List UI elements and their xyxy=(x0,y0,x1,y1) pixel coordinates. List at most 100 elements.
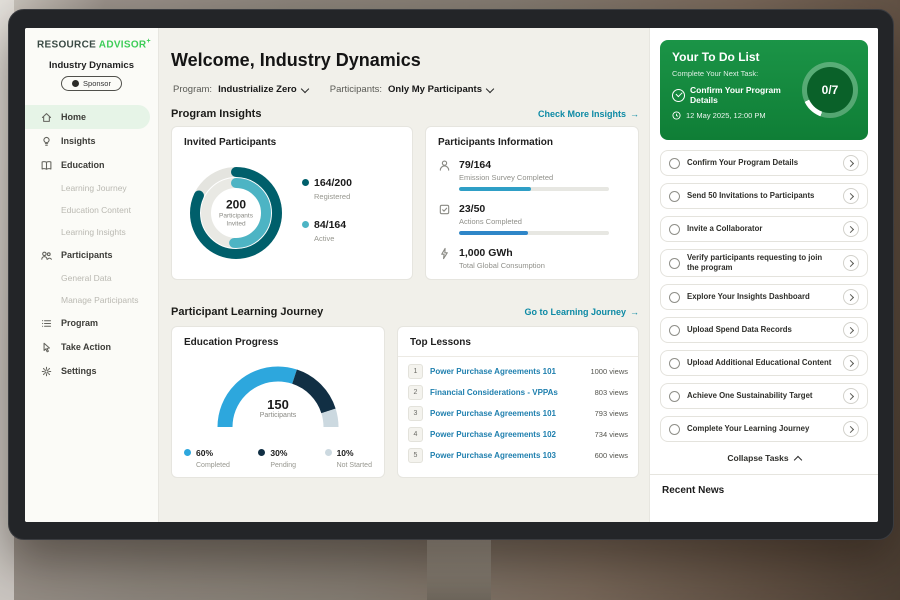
sidebar: RESOURCE ADVISOR+ Industry Dynamics Spon… xyxy=(25,28,159,522)
task-open-button[interactable] xyxy=(843,188,859,204)
lesson-views: 734 views xyxy=(595,430,628,439)
task-checkbox[interactable] xyxy=(669,224,680,235)
info-row-consumption: 1,000 GWh Total Global Consumption xyxy=(438,247,545,270)
task-checkbox[interactable] xyxy=(669,424,680,435)
program-filter-label: Program: xyxy=(173,84,212,95)
task-open-button[interactable] xyxy=(843,388,859,404)
lesson-rank: 1 xyxy=(408,364,423,379)
lesson-views: 600 views xyxy=(595,451,628,460)
legend-item-not-started: 10% Not Started xyxy=(325,443,372,469)
program-list-icon xyxy=(39,316,53,330)
emission-survey-icon xyxy=(438,159,451,191)
lesson-row: 4 Power Purchase Agreements 102 734 view… xyxy=(408,424,628,445)
sidebar-item-program[interactable]: Program xyxy=(25,311,158,335)
lesson-views: 1000 views xyxy=(590,367,628,376)
participants-select[interactable]: Only My Participants xyxy=(388,84,493,95)
top-lessons-card: Top Lessons 1 Power Purchase Agreements … xyxy=(397,326,639,478)
info-row-actions: 23/50 Actions Completed xyxy=(438,203,609,235)
sidebar-item-learning-insights[interactable]: Learning Insights xyxy=(25,221,158,243)
sidebar-item-settings[interactable]: Settings xyxy=(25,359,158,383)
donut-center-label: 200 Participants Invited xyxy=(209,197,263,228)
app-window: RESOURCE ADVISOR+ Industry Dynamics Spon… xyxy=(25,28,878,522)
task-open-button[interactable] xyxy=(843,221,859,237)
card-title: Invited Participants xyxy=(172,127,412,148)
lesson-link[interactable]: Power Purchase Agreements 101 xyxy=(430,409,588,418)
sidebar-item-home[interactable]: Home xyxy=(25,105,150,129)
task-checkbox[interactable] xyxy=(669,292,680,303)
sponsor-icon xyxy=(72,80,79,87)
sidebar-item-participants[interactable]: Participants xyxy=(25,243,158,267)
sidebar-item-insights[interactable]: Insights xyxy=(25,129,158,153)
task-checkbox[interactable] xyxy=(669,391,680,402)
education-icon xyxy=(39,158,53,172)
sidebar-item-general-data[interactable]: General Data xyxy=(25,267,158,289)
card-title: Top Lessons xyxy=(398,327,638,357)
lesson-link[interactable]: Power Purchase Agreements 103 xyxy=(430,451,588,460)
task-open-button[interactable] xyxy=(843,289,859,305)
lesson-row: 3 Power Purchase Agreements 101 793 view… xyxy=(408,403,628,424)
lesson-views: 803 views xyxy=(595,388,628,397)
sidebar-item-education-content[interactable]: Education Content xyxy=(25,199,158,221)
check-more-insights-link[interactable]: Check More Insights → xyxy=(538,109,639,119)
task-verify-participants[interactable]: Verify participants requesting to join t… xyxy=(660,249,868,277)
sidebar-item-education[interactable]: Education xyxy=(25,153,158,177)
participants-icon xyxy=(39,248,53,262)
clock-icon xyxy=(672,111,681,120)
task-open-button[interactable] xyxy=(843,355,859,371)
monitor-bezel: RESOURCE ADVISOR+ Industry Dynamics Spon… xyxy=(8,9,894,540)
take-action-icon xyxy=(39,340,53,354)
learning-journey-section-header: Participant Learning Journey Go to Learn… xyxy=(171,306,639,318)
chevron-down-icon xyxy=(300,84,308,92)
task-upload-educational-content[interactable]: Upload Additional Educational Content xyxy=(660,350,868,376)
program-select[interactable]: Industrialize Zero xyxy=(218,84,308,95)
task-invite-collaborator[interactable]: Invite a Collaborator xyxy=(660,216,868,242)
lesson-rank: 3 xyxy=(408,406,423,421)
todo-summary-card: Your To Do List Complete Your Next Task:… xyxy=(660,40,868,140)
task-explore-insights[interactable]: Explore Your Insights Dashboard xyxy=(660,284,868,310)
chevron-right-icon xyxy=(847,294,854,301)
legend-dot xyxy=(184,449,191,456)
sponsor-badge[interactable]: Sponsor xyxy=(61,76,122,91)
settings-gear-icon xyxy=(39,364,53,378)
task-open-button[interactable] xyxy=(843,322,859,338)
filters-bar: Program: Industrialize Zero Participants… xyxy=(173,84,493,95)
task-checkbox[interactable] xyxy=(669,191,680,202)
task-open-button[interactable] xyxy=(843,421,859,437)
actions-checklist-icon xyxy=(438,203,451,235)
sidebar-item-learning-journey[interactable]: Learning Journey xyxy=(25,177,158,199)
app-logo: RESOURCE ADVISOR+ xyxy=(25,28,158,50)
section-title: Program Insights xyxy=(171,108,261,120)
education-progress-card: Education Progress 150 Participants 60% xyxy=(171,326,385,478)
sidebar-item-take-action[interactable]: Take Action xyxy=(25,335,158,359)
energy-bolt-icon xyxy=(438,247,451,270)
lesson-link[interactable]: Financial Considerations - VPPAs xyxy=(430,388,588,397)
legend-dot xyxy=(302,179,309,186)
progress-bar xyxy=(459,231,609,235)
task-complete-learning-journey[interactable]: Complete Your Learning Journey xyxy=(660,416,868,442)
participants-filter-label: Participants: xyxy=(330,84,382,95)
task-open-button[interactable] xyxy=(843,255,859,271)
task-checkbox[interactable] xyxy=(669,258,680,269)
todo-next-task: Confirm Your Program Details xyxy=(672,85,804,105)
section-title: Participant Learning Journey xyxy=(171,306,323,318)
sponsor-label: Sponsor xyxy=(83,79,111,88)
go-to-learning-journey-link[interactable]: Go to Learning Journey → xyxy=(524,307,639,317)
participants-information-card: Participants Information 79/164 Emission… xyxy=(425,126,639,280)
task-checkbox[interactable] xyxy=(669,358,680,369)
sidebar-nav: Home Insights Education Learning Journey… xyxy=(25,105,158,383)
chevron-down-icon xyxy=(486,84,494,92)
lesson-link[interactable]: Power Purchase Agreements 102 xyxy=(430,430,588,439)
task-upload-spend-data[interactable]: Upload Spend Data Records xyxy=(660,317,868,343)
task-open-button[interactable] xyxy=(843,155,859,171)
chevron-right-icon xyxy=(847,159,854,166)
task-achieve-sustainability-target[interactable]: Achieve One Sustainability Target xyxy=(660,383,868,409)
collapse-tasks-button[interactable]: Collapse Tasks xyxy=(660,453,868,463)
task-checkbox[interactable] xyxy=(669,325,680,336)
lesson-link[interactable]: Power Purchase Agreements 101 xyxy=(430,367,583,376)
task-confirm-program[interactable]: Confirm Your Program Details xyxy=(660,150,868,176)
task-send-invitations[interactable]: Send 50 Invitations to Participants xyxy=(660,183,868,209)
sidebar-item-manage-participants[interactable]: Manage Participants xyxy=(25,289,158,311)
task-checkbox[interactable] xyxy=(669,158,680,169)
todo-task-list: Confirm Your Program Details Send 50 Inv… xyxy=(660,150,868,442)
todo-progress-count: 0/7 xyxy=(807,67,853,113)
